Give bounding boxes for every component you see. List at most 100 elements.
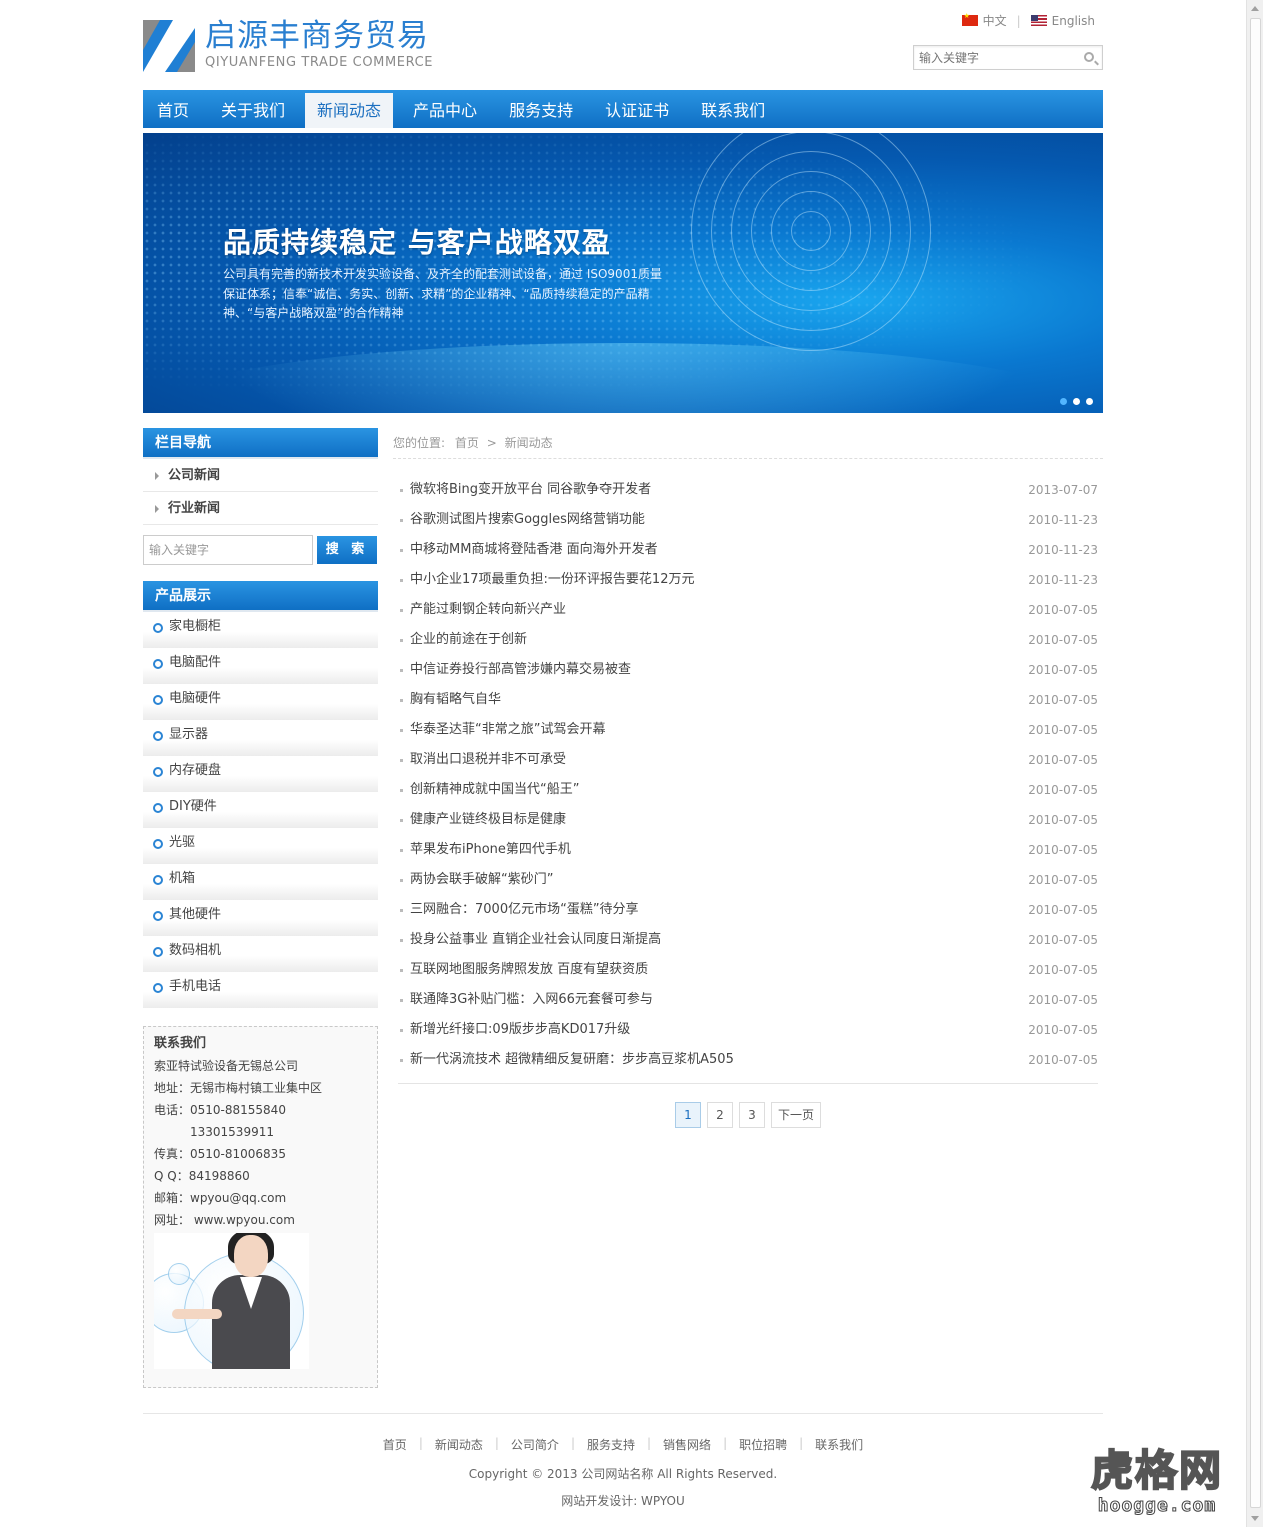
nav-item-contact[interactable]: 联系我们 [689,93,777,128]
news-title[interactable]: 产能过剩钢企转向新兴产业 [410,595,566,625]
news-title[interactable]: 谷歌测试图片搜索Goggles网络营销功能 [410,505,645,535]
product-item[interactable]: 机箱 [143,864,378,900]
news-date: 2010-07-05 [1028,873,1098,887]
product-item[interactable]: 内存硬盘 [143,756,378,792]
breadcrumb-home[interactable]: 首页 [455,436,479,450]
news-title[interactable]: 微软将Bing变开放平台 同谷歌争夺开发者 [410,475,651,505]
product-item[interactable]: 电脑硬件 [143,684,378,720]
hero-banner[interactable]: 品质持续稳定 与客户战略双盈 公司具有完善的新技术开发实验设备、及齐全的配套测试… [143,133,1103,413]
product-item[interactable]: DIY硬件 [143,792,378,828]
product-item[interactable]: 电脑配件 [143,648,378,684]
footer-link-contact[interactable]: 联系我们 [803,1436,875,1453]
lang-chinese-link[interactable]: 中文 [983,12,1007,29]
design-credit: 网站开发设计: WPYOU [561,1494,685,1508]
news-item[interactable]: 产能过剩钢企转向新兴产业 2010-07-05 [398,595,1098,625]
news-title[interactable]: 两协会联手破解“紫砂门” [410,865,553,895]
scroll-down-icon[interactable] [1251,1516,1259,1521]
product-item[interactable]: 数码相机 [143,936,378,972]
person-hand [172,1309,222,1319]
news-item[interactable]: 投身公益事业 直销企业社会认同度日渐提高 2010-07-05 [398,925,1098,955]
news-item[interactable]: 新增光纤接口:09版步步高KD017升级 2010-07-05 [398,1015,1098,1045]
contact-email: 邮箱：wpyou@qq.com [154,1191,287,1205]
product-item[interactable]: 家电橱柜 [143,612,378,648]
page-3-button[interactable]: 3 [738,1102,765,1128]
nav-item-service[interactable]: 服务支持 [497,93,585,128]
news-title[interactable]: 联通降3G补贴门槛：入网66元套餐可参与 [410,985,653,1015]
news-item[interactable]: 华泰圣达菲“非常之旅”试驾会开幕 2010-07-05 [398,715,1098,745]
scroll-up-icon[interactable] [1251,6,1259,11]
product-item[interactable]: 手机电话 [143,972,378,1008]
footer-link-home[interactable]: 首页 [371,1436,419,1453]
news-date: 2010-07-05 [1028,693,1098,707]
nav-item-about[interactable]: 关于我们 [209,93,297,128]
news-title[interactable]: 中信证券投行部高管涉嫌内幕交易被查 [410,655,631,685]
footer-link-sales[interactable]: 销售网络 [651,1436,723,1453]
news-date: 2010-07-05 [1028,1023,1098,1037]
news-title[interactable]: 取消出口退税并非不可承受 [410,745,566,775]
news-item[interactable]: 谷歌测试图片搜索Goggles网络营销功能 2010-11-23 [398,505,1098,535]
news-title[interactable]: 企业的前途在于创新 [410,625,527,655]
footer-link-service[interactable]: 服务支持 [575,1436,647,1453]
news-date: 2010-07-05 [1028,903,1098,917]
banner-dot[interactable] [1073,398,1080,405]
nav-item-certificates[interactable]: 认证证书 [593,93,681,128]
news-item[interactable]: 健康产业链终极目标是健康 2010-07-05 [398,805,1098,835]
scroll-thumb[interactable] [1250,18,1261,1508]
nav-item-news[interactable]: 新闻动态 [305,93,394,128]
next-page-button[interactable]: 下一页 [770,1102,821,1128]
news-title[interactable]: 华泰圣达菲“非常之旅”试驾会开幕 [410,715,605,745]
news-title[interactable]: 苹果发布iPhone第四代手机 [410,835,571,865]
page-1-button[interactable]: 1 [674,1102,701,1128]
news-title[interactable]: 胸有韬略气自华 [410,685,501,715]
news-title[interactable]: 创新精神成就中国当代“船王” [410,775,579,805]
footer-link-jobs[interactable]: 职位招聘 [727,1436,799,1453]
pagination: 1 2 3 下一页 [393,1102,1103,1128]
news-title[interactable]: 中小企业17项最重负担:一份环评报告要花12万元 [410,565,694,595]
sidebar-item-industry-news[interactable]: 行业新闻 [143,492,378,525]
news-item[interactable]: 中信证券投行部高管涉嫌内幕交易被查 2010-07-05 [398,655,1098,685]
header-search-input[interactable] [914,46,1074,69]
search-icon[interactable] [1084,52,1094,62]
news-item[interactable]: 两协会联手破解“紫砂门” 2010-07-05 [398,865,1098,895]
news-date: 2010-07-05 [1028,663,1098,677]
product-item[interactable]: 光驱 [143,828,378,864]
banner-dot[interactable] [1086,398,1093,405]
sidebar-search-input[interactable]: 输入关键字 [143,535,313,565]
sidebar-item-company-news[interactable]: 公司新闻 [143,459,378,492]
news-title[interactable]: 新增光纤接口:09版步步高KD017升级 [410,1015,630,1045]
footer-link-about[interactable]: 公司简介 [499,1436,571,1453]
nav-item-products[interactable]: 产品中心 [401,93,489,128]
news-title[interactable]: 互联网地图服务牌照发放 百度有望获资质 [410,955,648,985]
product-item[interactable]: 其他硬件 [143,900,378,936]
lang-english-link[interactable]: English [1052,14,1095,28]
news-item[interactable]: 三网融合：7000亿元市场“蛋糕”待分享 2010-07-05 [398,895,1098,925]
site-footer: 首页 | 新闻动态 | 公司简介 | 服务支持 | 销售网络 | 职位招聘 | 联系我们 C… [143,1413,1103,1509]
sidebar-search-button[interactable]: 搜 索 [317,536,377,564]
banner-description: 公司具有完善的新技术开发实验设备、及齐全的配套测试设备，通过 ISO9001质量… [223,267,662,320]
news-item[interactable]: 企业的前途在于创新 2010-07-05 [398,625,1098,655]
news-item[interactable]: 新一代涡流技术 超微精细反复研磨：步步高豆浆机A505 2010-07-05 [398,1045,1098,1075]
news-date: 2010-11-23 [1028,543,1098,557]
news-date: 2010-07-05 [1028,723,1098,737]
news-item[interactable]: 胸有韬略气自华 2010-07-05 [398,685,1098,715]
news-item[interactable]: 苹果发布iPhone第四代手机 2010-07-05 [398,835,1098,865]
site-logo[interactable]: 启源丰商务贸易 QIYUANFENG TRADE COMMERCE [143,18,443,74]
news-item[interactable]: 中移动MM商城将登陆香港 面向海外开发者 2010-11-23 [398,535,1098,565]
news-title[interactable]: 三网融合：7000亿元市场“蛋糕”待分享 [410,895,639,925]
news-title[interactable]: 新一代涡流技术 超微精细反复研磨：步步高豆浆机A505 [410,1045,734,1075]
banner-dot[interactable] [1060,398,1067,405]
product-item[interactable]: 显示器 [143,720,378,756]
news-item[interactable]: 互联网地图服务牌照发放 百度有望获资质 2010-07-05 [398,955,1098,985]
nav-item-home[interactable]: 首页 [145,93,201,128]
news-title[interactable]: 中移动MM商城将登陆香港 面向海外开发者 [410,535,658,565]
page-2-button[interactable]: 2 [706,1102,733,1128]
footer-link-news[interactable]: 新闻动态 [423,1436,495,1453]
news-item[interactable]: 取消出口退税并非不可承受 2010-07-05 [398,745,1098,775]
news-item[interactable]: 微软将Bing变开放平台 同谷歌争夺开发者 2013-07-07 [398,475,1098,505]
news-title[interactable]: 健康产业链终极目标是健康 [410,805,566,835]
page-scrollbar[interactable] [1246,0,1263,1527]
news-item[interactable]: 中小企业17项最重负担:一份环评报告要花12万元 2010-11-23 [398,565,1098,595]
news-item[interactable]: 创新精神成就中国当代“船王” 2010-07-05 [398,775,1098,805]
news-title[interactable]: 投身公益事业 直销企业社会认同度日渐提高 [410,925,661,955]
news-item[interactable]: 联通降3G补贴门槛：入网66元套餐可参与 2010-07-05 [398,985,1098,1015]
